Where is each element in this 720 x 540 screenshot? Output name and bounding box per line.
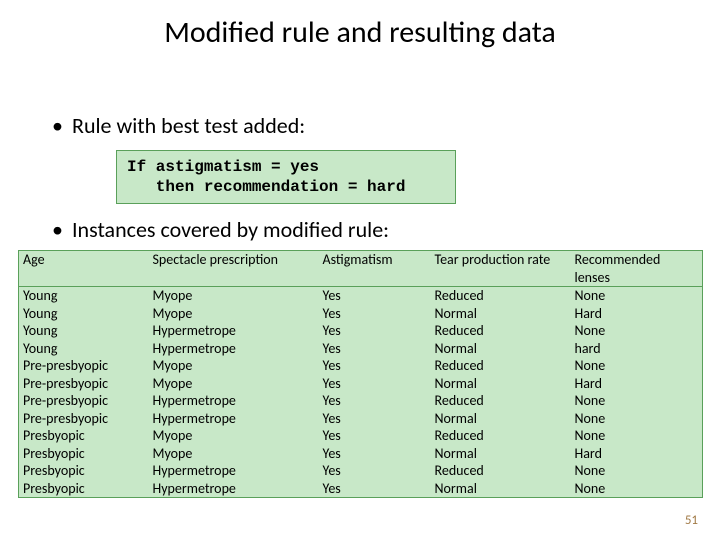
cell-ast: Yes — [319, 305, 431, 323]
cell-spec: Hypermetrope — [149, 340, 319, 358]
cell-spec: Hypermetrope — [149, 322, 319, 340]
slide: Modified rule and resulting data Rule wi… — [0, 0, 720, 540]
table-row: YoungHypermetropeYesNormalhard — [19, 340, 703, 358]
cell-age: Pre-presbyopic — [19, 392, 149, 410]
cell-ast: Yes — [319, 322, 431, 340]
cell-ast: Yes — [319, 445, 431, 463]
cell-age: Presbyopic — [19, 480, 149, 498]
cell-rec: None — [571, 427, 703, 445]
cell-age: Young — [19, 322, 149, 340]
col-header-ast: Astigmatism — [319, 251, 431, 287]
table-row: YoungHypermetropeYesReducedNone — [19, 322, 703, 340]
cell-rec: None — [571, 462, 703, 480]
cell-tear: Normal — [431, 410, 571, 428]
cell-spec: Myope — [149, 357, 319, 375]
cell-rec: None — [571, 357, 703, 375]
cell-tear: Reduced — [431, 392, 571, 410]
cell-spec: Myope — [149, 375, 319, 393]
cell-tear: Normal — [431, 340, 571, 358]
cell-tear: Normal — [431, 445, 571, 463]
cell-ast: Yes — [319, 357, 431, 375]
cell-spec: Myope — [149, 427, 319, 445]
bullet-rule-added: Rule with best test added: — [72, 112, 305, 139]
table-row: YoungMyopeYesReducedNone — [19, 287, 703, 305]
cell-tear: Reduced — [431, 357, 571, 375]
cell-ast: Yes — [319, 340, 431, 358]
page-number: 51 — [685, 513, 698, 528]
col-header-rec: Recommended lenses — [571, 251, 703, 287]
slide-title: Modified rule and resulting data — [0, 14, 720, 51]
cell-spec: Myope — [149, 445, 319, 463]
cell-rec: None — [571, 410, 703, 428]
table-row: PresbyopicHypermetropeYesReducedNone — [19, 462, 703, 480]
table-row: PresbyopicHypermetropeYesNormalNone — [19, 480, 703, 498]
cell-spec: Myope — [149, 305, 319, 323]
cell-age: Young — [19, 305, 149, 323]
cell-age: Pre-presbyopic — [19, 375, 149, 393]
cell-age: Presbyopic — [19, 462, 149, 480]
cell-ast: Yes — [319, 480, 431, 498]
cell-tear: Normal — [431, 305, 571, 323]
cell-rec: None — [571, 287, 703, 305]
cell-rec: None — [571, 392, 703, 410]
cell-age: Pre-presbyopic — [19, 410, 149, 428]
cell-age: Pre-presbyopic — [19, 357, 149, 375]
table-row: Pre-presbyopicMyopeYesReducedNone — [19, 357, 703, 375]
cell-ast: Yes — [319, 287, 431, 305]
cell-tear: Normal — [431, 480, 571, 498]
bullet-instances-covered: Instances covered by modified rule: — [72, 216, 389, 243]
cell-age: Young — [19, 287, 149, 305]
cell-spec: Hypermetrope — [149, 480, 319, 498]
table-header-row: Age Spectacle prescription Astigmatism T… — [19, 251, 703, 287]
cell-tear: Reduced — [431, 462, 571, 480]
table-row: Pre-presbyopicHypermetropeYesReducedNone — [19, 392, 703, 410]
cell-spec: Myope — [149, 287, 319, 305]
cell-rec: Hard — [571, 305, 703, 323]
cell-tear: Reduced — [431, 287, 571, 305]
cell-tear: Normal — [431, 375, 571, 393]
table-row: Pre-presbyopicMyopeYesNormalHard — [19, 375, 703, 393]
table-row: YoungMyopeYesNormalHard — [19, 305, 703, 323]
cell-rec: Hard — [571, 375, 703, 393]
cell-spec: Hypermetrope — [149, 410, 319, 428]
cell-spec: Hypermetrope — [149, 462, 319, 480]
rule-code-box: If astigmatism = yes then recommendation… — [116, 150, 456, 204]
cell-rec: hard — [571, 340, 703, 358]
col-header-age: Age — [19, 251, 149, 287]
cell-rec: Hard — [571, 445, 703, 463]
cell-ast: Yes — [319, 410, 431, 428]
col-header-spec: Spectacle prescription — [149, 251, 319, 287]
cell-ast: Yes — [319, 392, 431, 410]
cell-tear: Reduced — [431, 322, 571, 340]
cell-spec: Hypermetrope — [149, 392, 319, 410]
cell-age: Young — [19, 340, 149, 358]
cell-ast: Yes — [319, 375, 431, 393]
cell-ast: Yes — [319, 462, 431, 480]
table-row: PresbyopicMyopeYesNormalHard — [19, 445, 703, 463]
cell-age: Presbyopic — [19, 427, 149, 445]
cell-rec: None — [571, 480, 703, 498]
table-row: Pre-presbyopicHypermetropeYesNormalNone — [19, 410, 703, 428]
cell-age: Presbyopic — [19, 445, 149, 463]
table-row: PresbyopicMyopeYesReducedNone — [19, 427, 703, 445]
col-header-tear: Tear production rate — [431, 251, 571, 287]
cell-ast: Yes — [319, 427, 431, 445]
instances-table: Age Spectacle prescription Astigmatism T… — [18, 250, 703, 498]
cell-rec: None — [571, 322, 703, 340]
cell-tear: Reduced — [431, 427, 571, 445]
